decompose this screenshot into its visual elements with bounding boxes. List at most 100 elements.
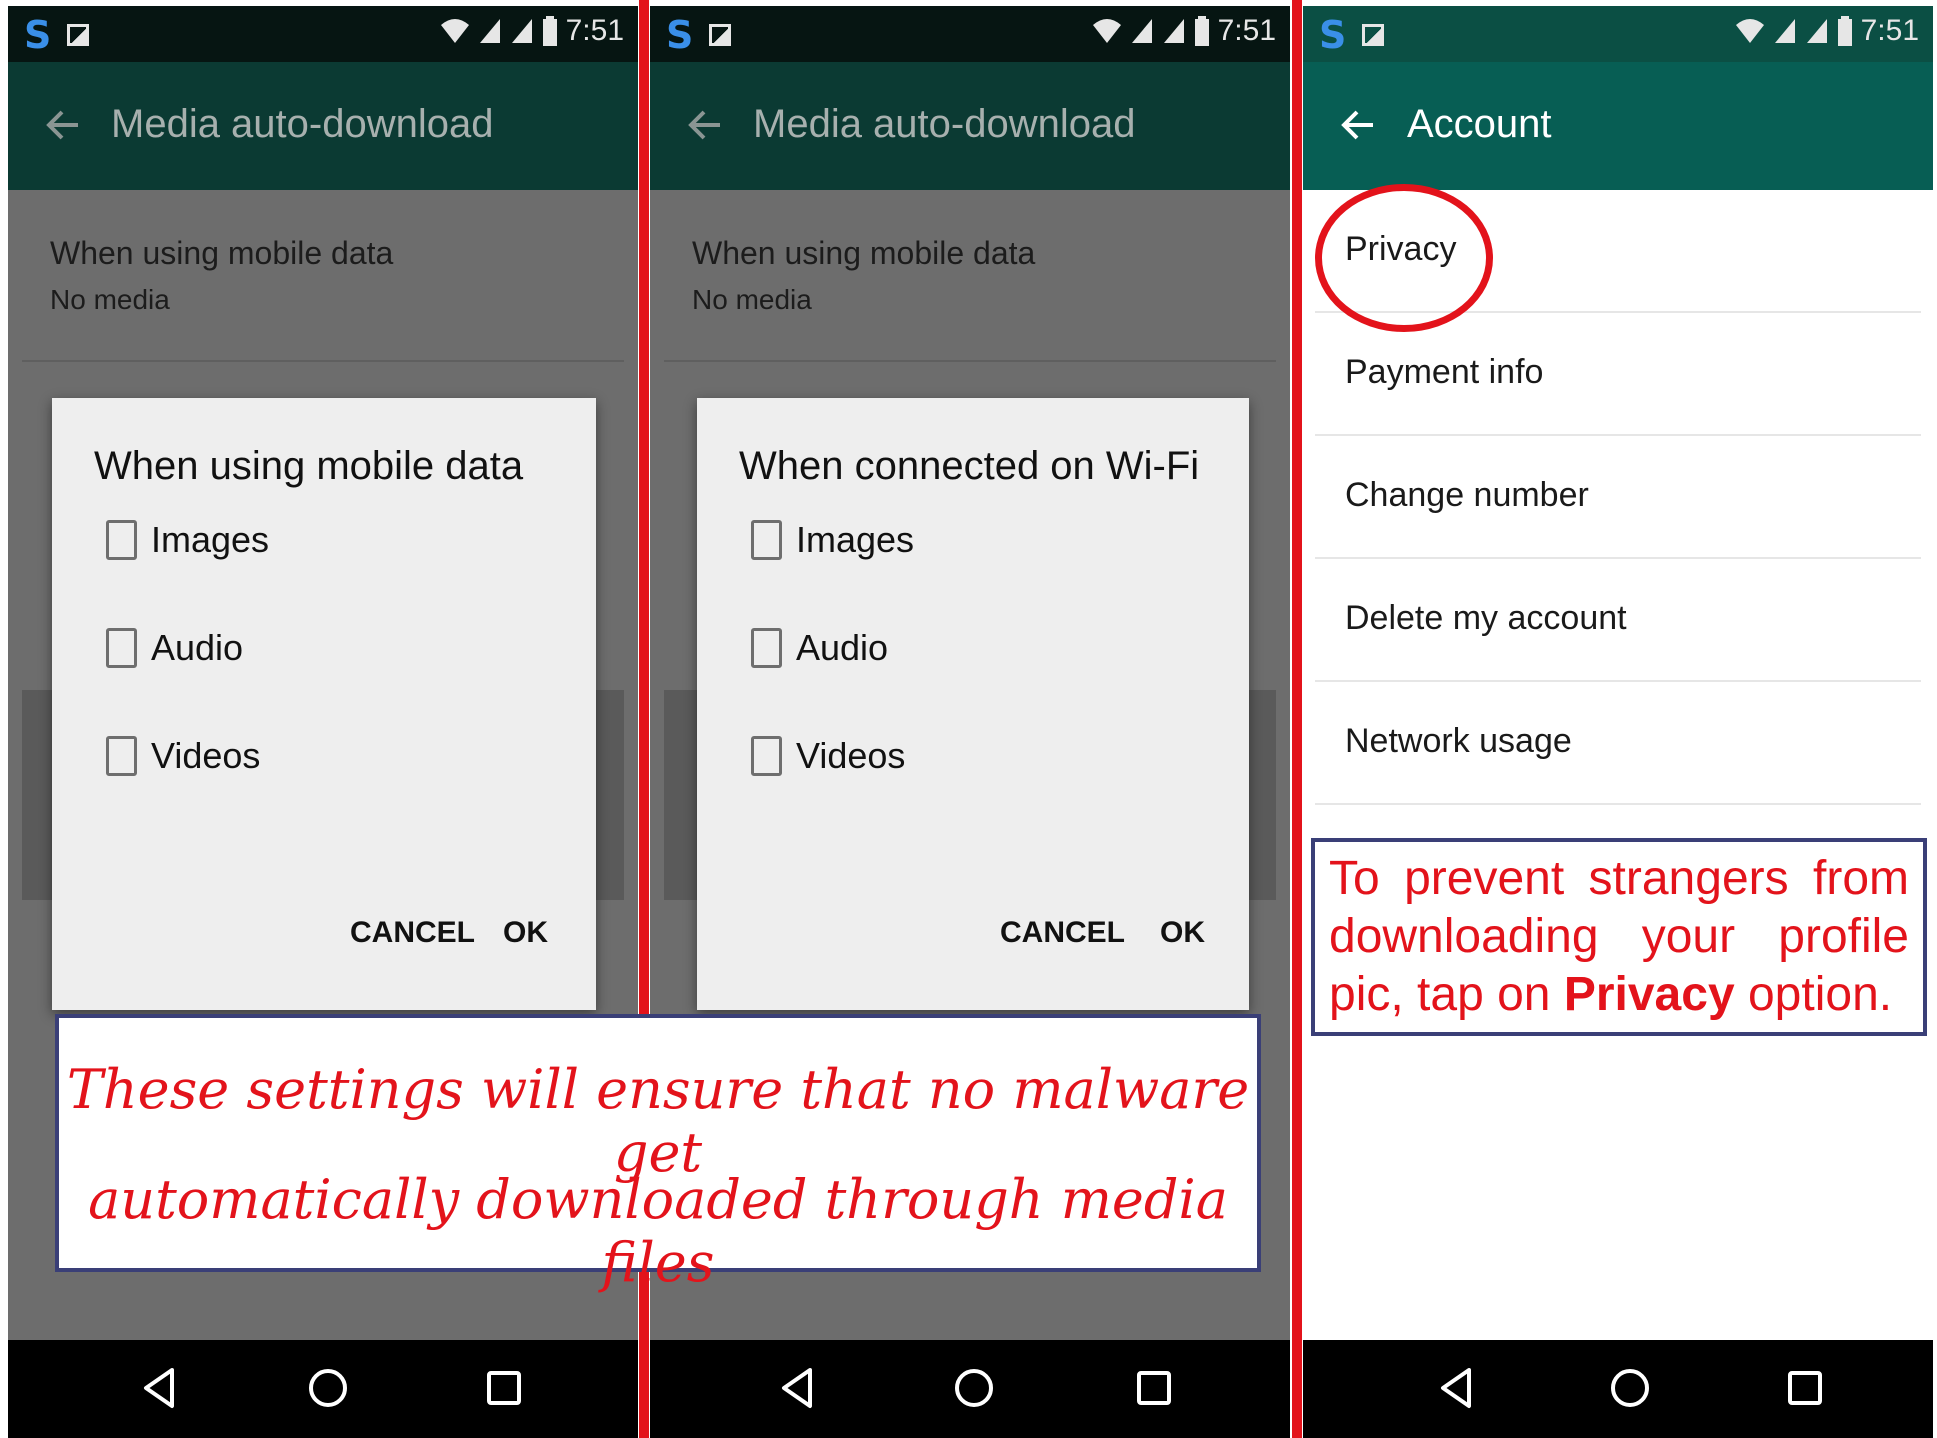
panel-divider [1292,0,1302,1438]
ok-button[interactable]: OK [503,916,548,950]
wifi-icon [440,19,469,43]
app-bar: Media auto-download [8,62,638,190]
nav-home-icon[interactable] [950,1364,998,1412]
option-label: Audio [151,627,244,668]
callout-line-2: automatically downloaded through media f… [88,1168,1228,1294]
skype-icon: S [666,13,694,57]
status-bar: S 7:51 [8,6,638,62]
note-text-after: option. [1734,968,1893,1021]
list-item-change-number[interactable]: Change number [1315,436,1921,559]
list-item-payment-info[interactable]: Payment info [1315,313,1921,436]
signal-icon-2 [1806,19,1827,43]
nav-recents-icon[interactable] [1781,1364,1829,1412]
battery-icon [542,16,557,46]
note-line-3: pic, tap on Privacy option. [1329,966,1909,1024]
note-text-before: pic, tap on [1329,968,1564,1021]
dialog-title: When using mobile data [94,444,524,488]
signal-icon-2 [1163,19,1184,43]
back-arrow-icon[interactable] [680,100,730,150]
status-time: 7:51 [565,14,624,47]
note-line-1: To prevent strangers from [1329,852,1909,905]
navigation-bar [1303,1340,1933,1438]
privacy-note-box: To prevent strangers from downloading yo… [1311,838,1927,1036]
videos-checkbox[interactable] [751,736,782,776]
battery-icon [1194,16,1209,46]
signal-icon [1131,19,1152,43]
mobile-data-dialog: When using mobile data Images Audio Vide… [52,398,596,1010]
nav-back-icon[interactable] [774,1364,822,1412]
navigation-bar [8,1340,638,1438]
signal-icon-2 [511,19,532,43]
option-images[interactable]: Images [106,518,269,562]
dialog-title: When connected on Wi-Fi [739,444,1200,488]
audio-checkbox[interactable] [751,628,782,668]
nav-recents-icon[interactable] [480,1364,528,1412]
list-item-label: Network usage [1345,722,1572,760]
mobile-data-setting[interactable]: When using mobile data No media [50,235,393,316]
note-privacy-bold: Privacy [1563,968,1735,1021]
skype-icon: S [24,13,52,57]
nav-recents-icon[interactable] [1130,1364,1178,1412]
nav-back-icon[interactable] [136,1364,184,1412]
setting-value: No media [50,284,170,315]
option-label: Videos [151,735,261,776]
images-checkbox[interactable] [751,520,782,560]
battery-icon [1837,16,1852,46]
app-bar: Media auto-download [650,62,1290,190]
ok-button[interactable]: OK [1160,916,1205,950]
nav-home-icon[interactable] [1606,1364,1654,1412]
cancel-button[interactable]: CANCEL [350,916,475,950]
setting-title: When using mobile data [50,235,394,271]
image-notification-icon [709,24,732,46]
cancel-button[interactable]: CANCEL [1000,916,1125,950]
option-label: Images [796,519,915,560]
list-item-label: Change number [1345,476,1589,514]
divider [664,360,1276,362]
page-title: Account [1407,102,1552,146]
skype-icon: S [1319,13,1347,57]
list-item-privacy[interactable]: Privacy [1315,184,1921,332]
back-arrow-icon[interactable] [38,100,88,150]
signal-icon [479,19,500,43]
status-bar: S 7:51 [650,6,1290,62]
nav-back-icon[interactable] [1433,1364,1481,1412]
nav-home-icon[interactable] [304,1364,352,1412]
highlight-circle [1315,184,1493,332]
option-label: Videos [796,735,906,776]
wifi-icon [1735,19,1764,43]
list-item-label: Delete my account [1345,599,1627,637]
status-time: 7:51 [1860,14,1919,47]
option-label: Audio [796,627,889,668]
status-bar: S 7:51 [1303,6,1933,62]
divider [22,360,624,362]
audio-checkbox[interactable] [106,628,137,668]
option-images[interactable]: Images [751,518,914,562]
navigation-bar [650,1340,1290,1438]
list-item-network-usage[interactable]: Network usage [1315,682,1921,805]
list-item-delete-account[interactable]: Delete my account [1315,559,1921,682]
page-title: Media auto-download [111,102,494,146]
setting-value: No media [692,284,812,315]
wifi-icon [1092,19,1121,43]
account-settings-list: Privacy Payment info Change number Delet… [1303,184,1933,805]
images-checkbox[interactable] [106,520,137,560]
page-title: Media auto-download [753,102,1136,146]
option-videos[interactable]: Videos [751,734,905,778]
list-item-label: Payment info [1345,353,1544,391]
setting-title: When using mobile data [692,235,1036,271]
option-audio[interactable]: Audio [106,626,243,670]
option-videos[interactable]: Videos [106,734,260,778]
image-notification-icon [1362,24,1385,46]
image-notification-icon [67,24,90,46]
option-label: Images [151,519,270,560]
videos-checkbox[interactable] [106,736,137,776]
status-time: 7:51 [1217,14,1276,47]
phone-screen-right: S 7:51 Account Privacy Payment info Chan… [1303,6,1933,1438]
callout-line-1: These settings will ensure that no malwa… [66,1058,1250,1184]
mobile-data-setting[interactable]: When using mobile data No media [692,235,1035,316]
wifi-dialog: When connected on Wi-Fi Images Audio Vid… [697,398,1249,1010]
back-arrow-icon[interactable] [1333,100,1383,150]
note-line-2: downloading your profile [1329,910,1909,963]
app-bar: Account [1303,62,1933,190]
option-audio[interactable]: Audio [751,626,888,670]
